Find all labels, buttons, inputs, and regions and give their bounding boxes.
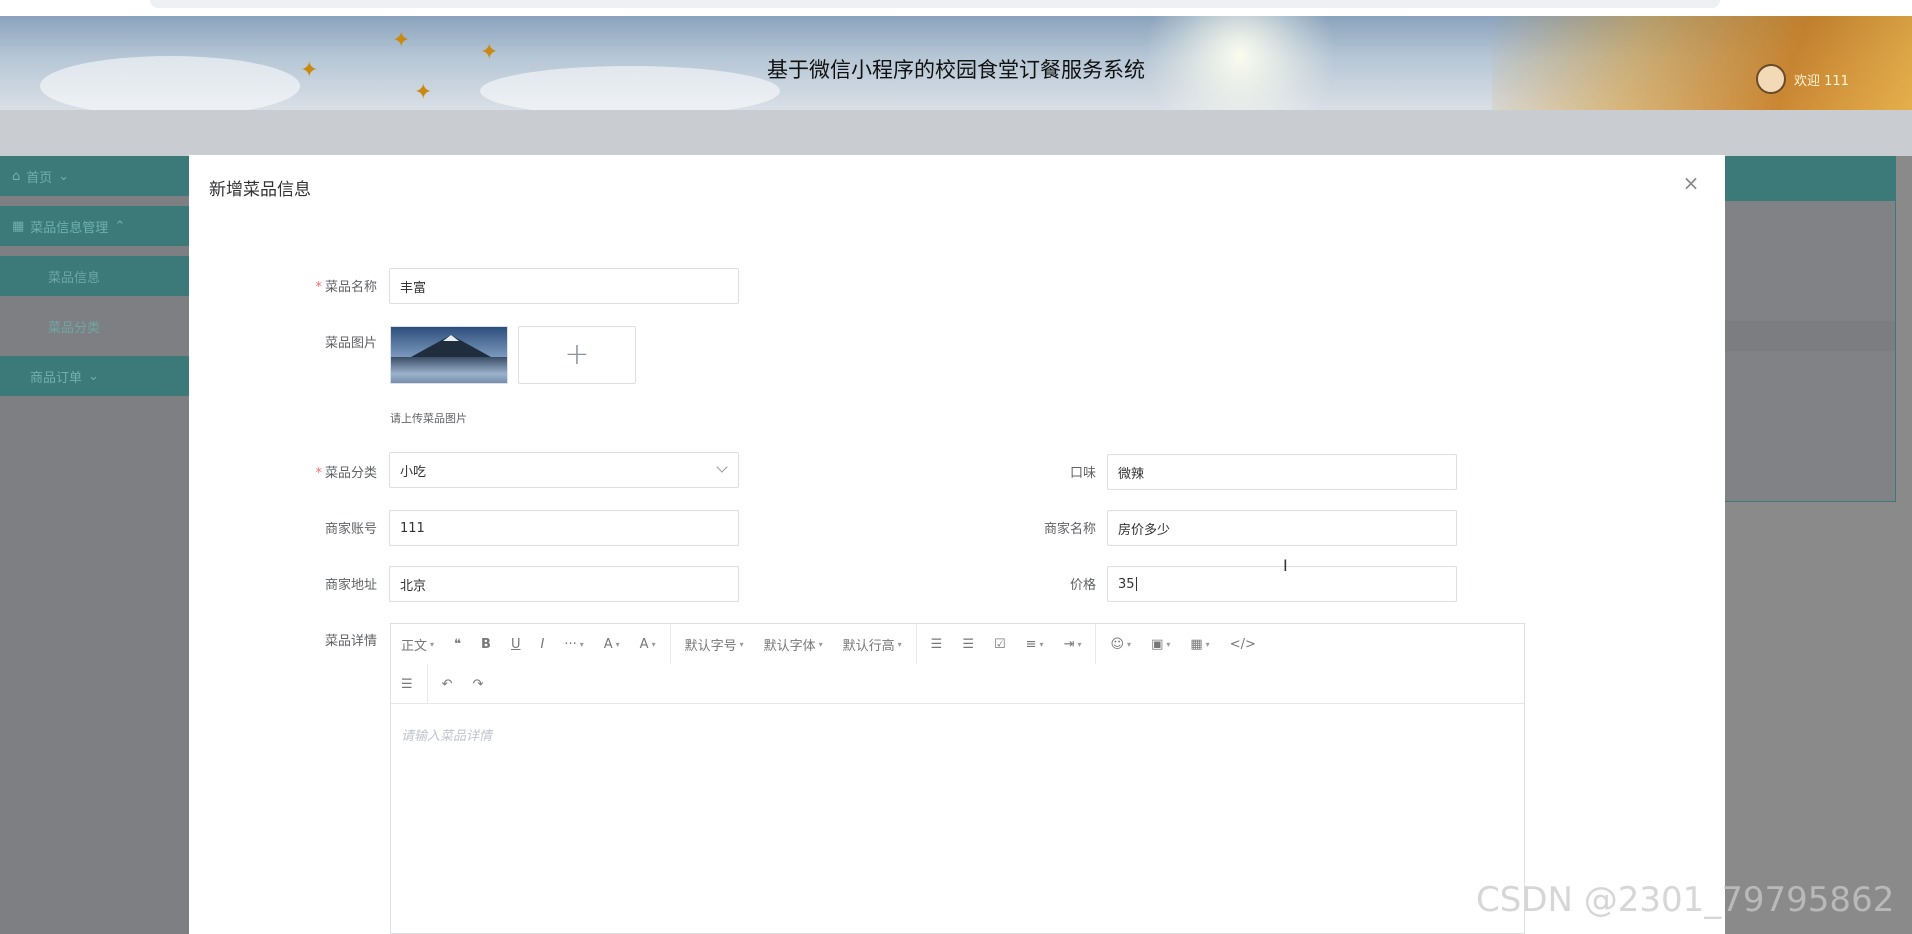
upload-tip: 请上传菜品图片 — [390, 412, 467, 425]
undo-button[interactable]: ↶ — [432, 677, 463, 692]
background-color-button[interactable]: A ▾ — [630, 637, 666, 652]
sidebar-item-home[interactable]: ⌂ 首页 ⌄ — [0, 156, 190, 196]
chevron-down-icon: ⌄ — [88, 368, 99, 384]
merchant-address-label: 商家地址 — [324, 578, 377, 593]
chevron-down-icon — [716, 461, 728, 473]
sidebar: ⌂ 首页 ⌄ ▦ 菜品信息管理 ⌃ 菜品信息 菜品分类 商品订单 ⌄ — [0, 156, 190, 934]
price-label: 价格 — [1069, 578, 1096, 593]
sidebar-item-label: 菜品信息 — [48, 270, 101, 286]
sidebar-item-label: 商品订单 — [30, 370, 83, 386]
toolbar-divider — [1095, 624, 1097, 664]
align-button[interactable]: ≡ ▾ — [1016, 637, 1054, 652]
numbered-list-button[interactable]: ☰ — [952, 637, 984, 652]
sidebar-item-label: 菜品信息管理 — [30, 220, 109, 236]
sidebar-item-dish-category[interactable]: 菜品分类 — [0, 306, 190, 346]
bold-button[interactable]: B — [471, 637, 501, 652]
merchant-account-input[interactable]: 111 — [389, 510, 739, 546]
plus-icon: + — [564, 337, 590, 372]
chevron-up-icon: ⌃ — [114, 218, 126, 234]
mouse-ibeam-cursor: I — [1283, 556, 1288, 575]
background-content-panel — [1724, 156, 1896, 502]
app-title: 基于微信小程序的校园食堂订餐服务系统 — [767, 58, 1145, 82]
sidebar-item-dish-info[interactable]: 菜品信息 — [0, 256, 190, 296]
divider-button[interactable]: ☰ — [391, 677, 423, 692]
bullet-list-button[interactable]: ☰ — [921, 637, 953, 652]
watermark: CSDN @2301_79795862 — [1476, 880, 1895, 920]
editor-toolbar: 正文 ▾ ❝ B U I ··· ▾ A ▾ A ▾ 默认字号 ▾ 默认字体 ▾ 默认行高 ▾ ☰ ☰ ☑ ≡ ▾ ⇥ ▾ ☺ ▾ ▣… — [391, 624, 1524, 704]
close-icon[interactable]: × — [1681, 173, 1701, 193]
dish-image-label: 菜品图片 — [324, 336, 377, 351]
price-input[interactable]: 35 — [1107, 566, 1457, 602]
sidebar-item-dish-management[interactable]: ▦ 菜品信息管理 ⌃ — [0, 206, 190, 246]
table-row — [1725, 321, 1895, 351]
avatar[interactable] — [1756, 64, 1786, 94]
indent-button[interactable]: ⇥ ▾ — [1054, 637, 1092, 652]
taste-input[interactable]: 微辣 — [1107, 454, 1457, 490]
font-family-select[interactable]: 默认字体 ▾ — [754, 635, 833, 654]
underline-button[interactable]: U — [501, 637, 531, 652]
chevron-down-icon: ⌄ — [58, 168, 70, 184]
welcome-text: 欢迎 111 — [1794, 73, 1849, 89]
grid-icon: ▦ — [12, 218, 25, 234]
leaf-decoration: ✦ — [414, 80, 433, 105]
sidebar-item-orders[interactable]: 商品订单 ⌄ — [0, 356, 190, 396]
todo-button[interactable]: ☑ — [984, 637, 1016, 652]
toolbar-divider — [669, 624, 671, 664]
image-button[interactable]: ▣ ▾ — [1141, 637, 1180, 652]
italic-button[interactable]: I — [530, 637, 554, 652]
merchant-address-input[interactable]: 北京 — [389, 566, 739, 602]
sidebar-item-label: 首页 — [26, 170, 53, 186]
merchant-name-input[interactable]: 房价多少 — [1107, 510, 1457, 546]
tabs-bar — [0, 110, 1912, 156]
user-menu[interactable]: 欢迎 111 — [1756, 64, 1849, 94]
leaf-decoration: ✦ — [392, 28, 411, 53]
rich-text-editor[interactable]: 正文 ▾ ❝ B U I ··· ▾ A ▾ A ▾ 默认字号 ▾ 默认字体 ▾ 默认行高 ▾ ☰ ☰ ☑ ≡ ▾ ⇥ ▾ ☺ ▾ ▣… — [390, 623, 1525, 934]
redo-button[interactable]: ↷ — [463, 677, 494, 692]
text-cursor — [1135, 577, 1137, 591]
editor-placeholder: 请输入菜品详情 — [401, 729, 493, 744]
dish-category-select[interactable]: 小吃 — [389, 452, 739, 488]
sidebar-item-label: 菜品分类 — [48, 320, 101, 336]
panel-header — [1725, 157, 1895, 201]
merchant-account-label: 商家账号 — [324, 522, 377, 537]
toolbar-divider — [426, 664, 428, 704]
paragraph-format-button[interactable]: 正文 ▾ — [391, 635, 444, 654]
table-button[interactable]: ▦ ▾ — [1180, 637, 1219, 652]
dialog-title: 新增菜品信息 — [209, 180, 311, 200]
emoji-button[interactable]: ☺ ▾ — [1100, 637, 1141, 652]
home-icon: ⌂ — [12, 168, 21, 184]
taste-label: 口味 — [1069, 466, 1096, 481]
dish-name-input[interactable]: 丰富 — [389, 268, 739, 304]
code-button[interactable]: </> — [1220, 637, 1266, 652]
uploaded-image-thumbnail[interactable] — [390, 326, 508, 384]
line-height-select[interactable]: 默认行高 ▾ — [833, 635, 912, 654]
toolbar-divider — [915, 624, 917, 664]
browser-top-strip — [0, 0, 1912, 16]
upload-image-button[interactable]: + — [518, 326, 636, 384]
dish-name-label: * 菜品名称 — [315, 280, 377, 295]
font-color-button[interactable]: A ▾ — [594, 637, 630, 652]
dish-detail-label: 菜品详情 — [324, 634, 377, 649]
font-size-select[interactable]: 默认字号 ▾ — [675, 635, 754, 654]
quote-button[interactable]: ❝ — [444, 637, 471, 652]
header-banner: ✦ ✦ ✦ ✦ 基于微信小程序的校园食堂订餐服务系统 欢迎 111 — [0, 16, 1912, 110]
address-bar[interactable] — [150, 0, 1720, 8]
more-button[interactable]: ··· ▾ — [554, 637, 593, 652]
dish-category-label: * 菜品分类 — [315, 466, 377, 481]
merchant-name-label: 商家名称 — [1043, 522, 1096, 537]
